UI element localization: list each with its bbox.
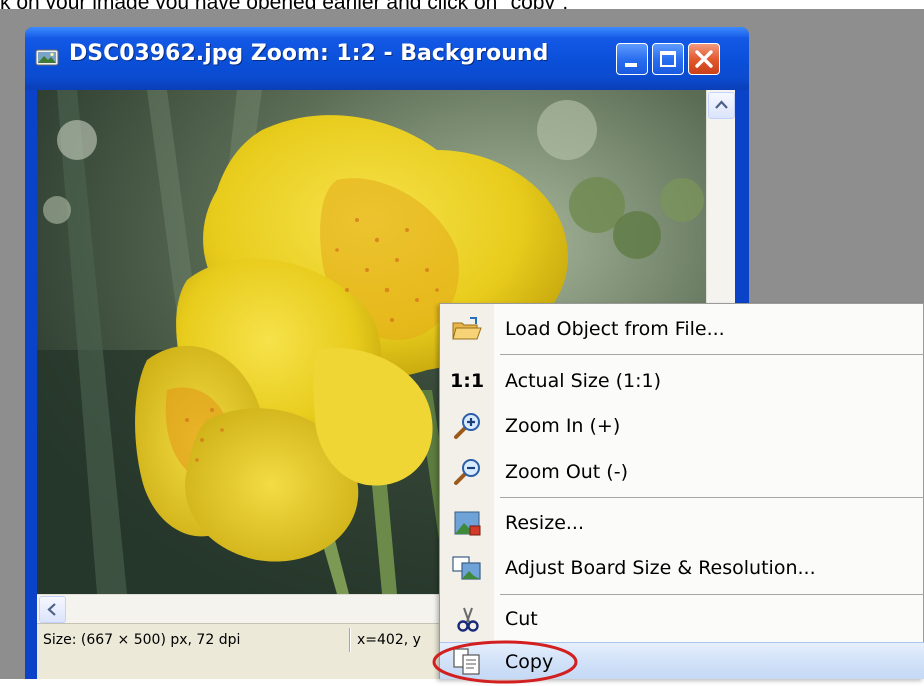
menu-separator bbox=[500, 497, 924, 498]
minimize-icon bbox=[625, 63, 637, 67]
menu-item-label: Actual Size (1:1) bbox=[505, 370, 662, 392]
menu-item-load-object[interactable]: Load Object from File... bbox=[440, 307, 924, 351]
window-title: DSC03962.jpg Zoom: 1:2 - Background bbox=[69, 41, 549, 66]
menu-item-cut[interactable]: Cut bbox=[440, 597, 924, 641]
menu-item-label: Zoom Out (-) bbox=[505, 461, 628, 483]
menu-item-label: Load Object from File... bbox=[505, 318, 725, 340]
menu-item-label: Copy bbox=[505, 651, 554, 673]
actual-size-glyph: 1:1 bbox=[450, 370, 485, 392]
menu-item-zoom-out[interactable]: Zoom Out (-) bbox=[440, 450, 924, 494]
zoom-out-icon bbox=[454, 459, 480, 485]
open-folder-icon bbox=[452, 317, 482, 340]
menu-item-copy[interactable]: Copy bbox=[440, 642, 924, 679]
chevron-up-icon bbox=[715, 100, 728, 109]
maximize-icon bbox=[660, 51, 676, 67]
close-button[interactable] bbox=[688, 43, 720, 75]
menu-item-actual-size[interactable]: 1:1 Actual Size (1:1) bbox=[440, 359, 924, 403]
menu-item-label: Cut bbox=[505, 608, 538, 630]
board-size-icon bbox=[452, 556, 481, 580]
menu-item-label: Resize... bbox=[505, 512, 584, 534]
zoom-in-icon bbox=[454, 413, 480, 439]
context-menu: Load Object from File... 1:1 Actual Size… bbox=[439, 303, 924, 679]
menu-item-zoom-in[interactable]: Zoom In (+) bbox=[440, 404, 924, 448]
scissors-icon bbox=[457, 607, 479, 632]
scroll-up-button[interactable] bbox=[708, 92, 735, 119]
chevron-left-icon bbox=[47, 603, 56, 616]
menu-item-resize[interactable]: Resize... bbox=[440, 501, 924, 545]
status-image-size: Size: (667 × 500) px, 72 dpi bbox=[43, 632, 241, 648]
minimize-button[interactable] bbox=[616, 43, 648, 75]
menu-item-adjust-board[interactable]: Adjust Board Size & Resolution... bbox=[440, 546, 924, 590]
resize-icon bbox=[454, 511, 481, 536]
actual-size-icon: 1:1 bbox=[450, 367, 484, 395]
menu-item-label: Adjust Board Size & Resolution... bbox=[505, 557, 816, 579]
copy-icon bbox=[453, 648, 480, 675]
menu-separator bbox=[500, 594, 924, 595]
scroll-left-button[interactable] bbox=[39, 596, 66, 623]
status-divider bbox=[349, 628, 351, 652]
maximize-button[interactable] bbox=[652, 43, 684, 75]
close-icon bbox=[695, 50, 713, 68]
image-file-icon bbox=[35, 49, 59, 66]
menu-item-label: Zoom In (+) bbox=[505, 415, 621, 437]
title-bar[interactable]: DSC03962.jpg Zoom: 1:2 - Background bbox=[25, 27, 749, 90]
menu-separator bbox=[500, 354, 924, 355]
